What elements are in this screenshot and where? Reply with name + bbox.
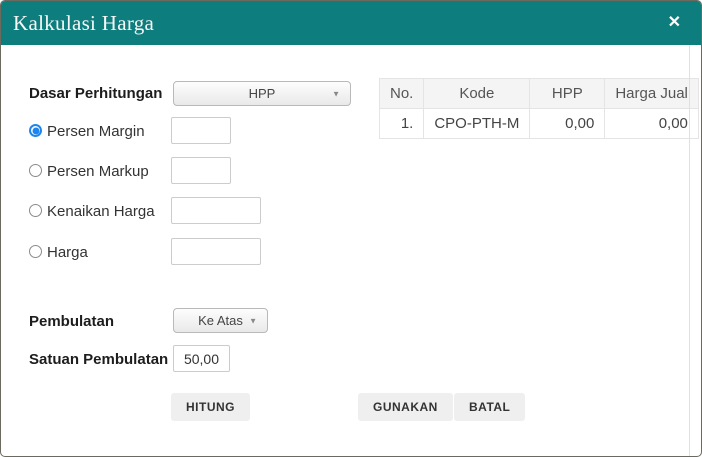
harga-label: Harga bbox=[47, 244, 88, 261]
radio-persen-markup[interactable] bbox=[29, 164, 42, 177]
harga-table: No. Kode HPP Harga Jual 1. CPO-PTH-M 0,0… bbox=[378, 78, 699, 139]
table-row[interactable]: 1. CPO-PTH-M 0,00 0,00 bbox=[378, 108, 699, 139]
satuan-pembulatan-input[interactable] bbox=[173, 345, 230, 372]
radio-persen-margin[interactable] bbox=[29, 124, 42, 137]
radio-harga[interactable] bbox=[29, 245, 42, 258]
persen-margin-input[interactable] bbox=[171, 117, 231, 144]
persen-markup-input[interactable] bbox=[171, 157, 231, 184]
kalkulasi-harga-dialog: Kalkulasi Harga ✕ Dasar Perhitungan HPP … bbox=[0, 0, 702, 457]
harga-input[interactable] bbox=[171, 238, 261, 265]
persen-margin-label: Persen Margin bbox=[47, 123, 145, 140]
col-header-no: No. bbox=[378, 78, 425, 109]
gunakan-button[interactable]: GUNAKAN bbox=[358, 393, 453, 421]
cell-no: 1. bbox=[378, 108, 425, 139]
batal-button[interactable]: BATAL bbox=[454, 393, 526, 421]
hitung-button[interactable]: HITUNG bbox=[171, 393, 250, 421]
cell-kode: CPO-PTH-M bbox=[423, 108, 531, 139]
dasar-perhitungan-label: Dasar Perhitungan bbox=[29, 85, 163, 102]
close-icon[interactable]: ✕ bbox=[668, 15, 681, 31]
kenaikan-harga-input[interactable] bbox=[171, 197, 261, 224]
chevron-down-icon: ▼ bbox=[332, 89, 340, 98]
radio-kenaikan-harga[interactable] bbox=[29, 204, 42, 217]
dialog-title: Kalkulasi Harga bbox=[13, 10, 155, 35]
cell-harga-jual: 0,00 bbox=[604, 108, 699, 139]
pembulatan-select[interactable]: Ke Atas ▼ bbox=[173, 308, 268, 333]
table-header-row: No. Kode HPP Harga Jual bbox=[378, 78, 699, 109]
pembulatan-label: Pembulatan bbox=[29, 313, 115, 330]
chevron-down-icon: ▼ bbox=[249, 316, 257, 325]
dasar-perhitungan-select[interactable]: HPP ▼ bbox=[173, 81, 351, 106]
col-header-hpp: HPP bbox=[529, 78, 606, 109]
col-header-harga-jual: Harga Jual bbox=[604, 78, 699, 109]
satuan-pembulatan-label: Satuan Pembulatan bbox=[29, 351, 169, 368]
kenaikan-harga-label: Kenaikan Harga bbox=[47, 203, 155, 220]
cell-hpp: 0,00 bbox=[529, 108, 606, 139]
pembulatan-value: Ke Atas bbox=[198, 313, 243, 328]
content-divider bbox=[689, 45, 690, 456]
col-header-kode: Kode bbox=[423, 78, 531, 109]
persen-markup-label: Persen Markup bbox=[47, 163, 149, 180]
dasar-perhitungan-value: HPP bbox=[248, 86, 276, 101]
dialog-header: Kalkulasi Harga ✕ bbox=[1, 1, 701, 45]
